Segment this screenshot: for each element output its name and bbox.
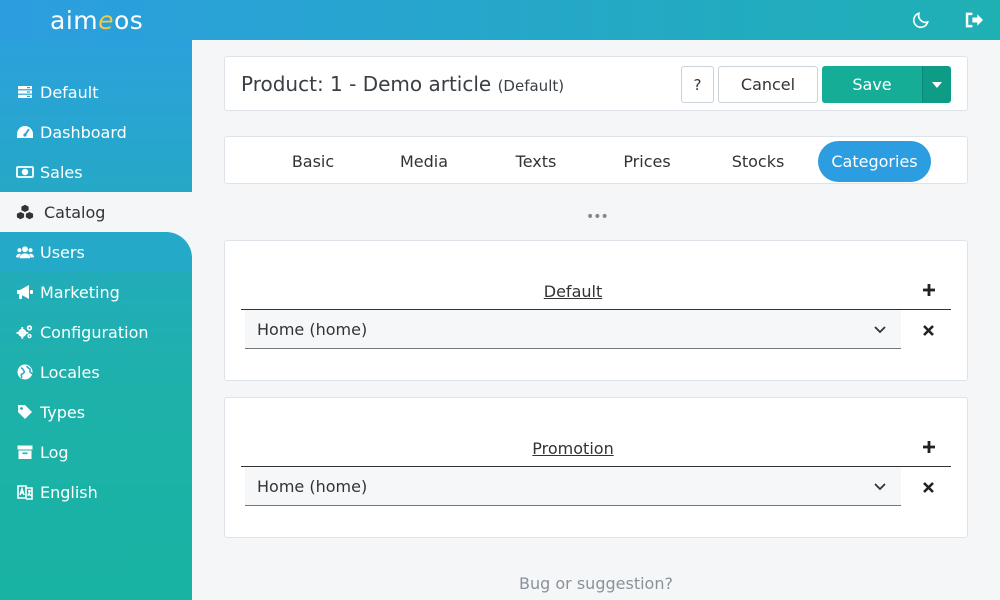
add-category-default-button[interactable]: [921, 280, 937, 300]
page-title: Product: 1 - Demo article (Default): [241, 72, 564, 96]
help-button[interactable]: ?: [681, 66, 714, 103]
bug-report-link[interactable]: Bug or suggestion?: [0, 574, 1000, 593]
sidebar-item-label: Log: [40, 442, 69, 462]
cogs-icon: [16, 323, 34, 341]
plus-icon: [923, 441, 935, 453]
sidebar-item-english[interactable]: English: [0, 472, 192, 512]
sidebar-item-label: Marketing: [40, 282, 120, 302]
tab-stocks[interactable]: Stocks: [720, 141, 796, 182]
logo-text-e: e: [98, 6, 115, 35]
caret-down-icon: [932, 81, 942, 88]
section-title-promotion[interactable]: Promotion: [241, 439, 905, 458]
tag-icon: [16, 403, 34, 421]
server-icon: [16, 83, 34, 101]
money-icon: [16, 163, 34, 181]
section-header-promotion: Promotion: [241, 431, 951, 467]
remove-category-promotion-button[interactable]: [920, 479, 936, 495]
tab-categories[interactable]: Categories: [818, 141, 931, 182]
bullhorn-icon: [16, 283, 34, 301]
dashboard-icon: [16, 123, 34, 141]
category-select-promotion[interactable]: Home (home): [245, 467, 901, 506]
category-select-value: Home (home): [257, 319, 368, 339]
sidebar-item-label: English: [40, 482, 98, 502]
remove-category-default-button[interactable]: [920, 322, 936, 338]
tab-media[interactable]: Media: [386, 141, 462, 182]
plus-icon: [923, 284, 935, 296]
top-header: aimeos: [0, 0, 1000, 40]
save-button[interactable]: Save: [822, 66, 922, 103]
sidebar-item-sales[interactable]: Sales: [0, 152, 192, 192]
add-category-promotion-button[interactable]: [921, 437, 937, 457]
cubes-icon: [16, 203, 34, 221]
sidebar-item-label: Types: [40, 402, 86, 422]
sidebar-item-marketing[interactable]: Marketing: [0, 272, 192, 312]
sidebar-item-types[interactable]: Types: [0, 392, 192, 432]
tab-prices[interactable]: Prices: [610, 141, 684, 182]
aimeos-logo[interactable]: aimeos: [50, 6, 143, 35]
category-select-value: Home (home): [257, 476, 368, 496]
cancel-button[interactable]: Cancel: [718, 66, 818, 103]
globe-icon: [16, 363, 34, 381]
logout-icon[interactable]: [962, 8, 986, 32]
chevron-down-icon: [874, 483, 886, 491]
sidebar-item-configuration[interactable]: Configuration: [0, 312, 192, 352]
chevron-down-icon: [874, 326, 886, 334]
sidebar-item-locales[interactable]: Locales: [0, 352, 192, 392]
logo-text-start: aim: [50, 6, 99, 35]
tab-texts[interactable]: Texts: [500, 141, 572, 182]
users-icon: [16, 243, 34, 261]
sidebar-item-label: Configuration: [40, 322, 149, 342]
sidebar-item-catalog[interactable]: Catalog: [0, 192, 192, 232]
logo-text-end: os: [114, 6, 144, 35]
language-icon: [16, 483, 34, 501]
page-title-site: (Default): [497, 77, 565, 95]
sidebar-item-default[interactable]: Default: [0, 72, 192, 112]
section-header-default: Default: [241, 274, 951, 310]
sidebar-item-label: Dashboard: [40, 122, 127, 142]
sidebar-item-label: Locales: [40, 362, 100, 382]
sidebar-item-label: Users: [40, 242, 85, 262]
archive-icon: [16, 443, 34, 461]
sidebar-item-users[interactable]: Users: [0, 232, 192, 272]
close-icon: [922, 481, 934, 493]
sidebar-item-dashboard[interactable]: Dashboard: [0, 112, 192, 152]
sidebar-item-label: Catalog: [44, 202, 106, 222]
section-title-default[interactable]: Default: [241, 282, 905, 301]
tab-basic[interactable]: Basic: [276, 141, 350, 182]
sidebar-item-log[interactable]: Log: [0, 432, 192, 472]
save-options-dropdown[interactable]: [922, 66, 951, 103]
close-icon: [922, 324, 934, 336]
more-options-toggle[interactable]: •••: [586, 209, 609, 225]
page-title-text: Product: 1 - Demo article: [241, 72, 492, 96]
sidebar: Default Dashboard Sales Catalog Users Ma…: [0, 40, 192, 600]
sidebar-item-label: Default: [40, 82, 99, 102]
sidebar-item-label: Sales: [40, 162, 83, 182]
category-select-default[interactable]: Home (home): [245, 310, 901, 349]
moon-icon[interactable]: [909, 8, 933, 32]
